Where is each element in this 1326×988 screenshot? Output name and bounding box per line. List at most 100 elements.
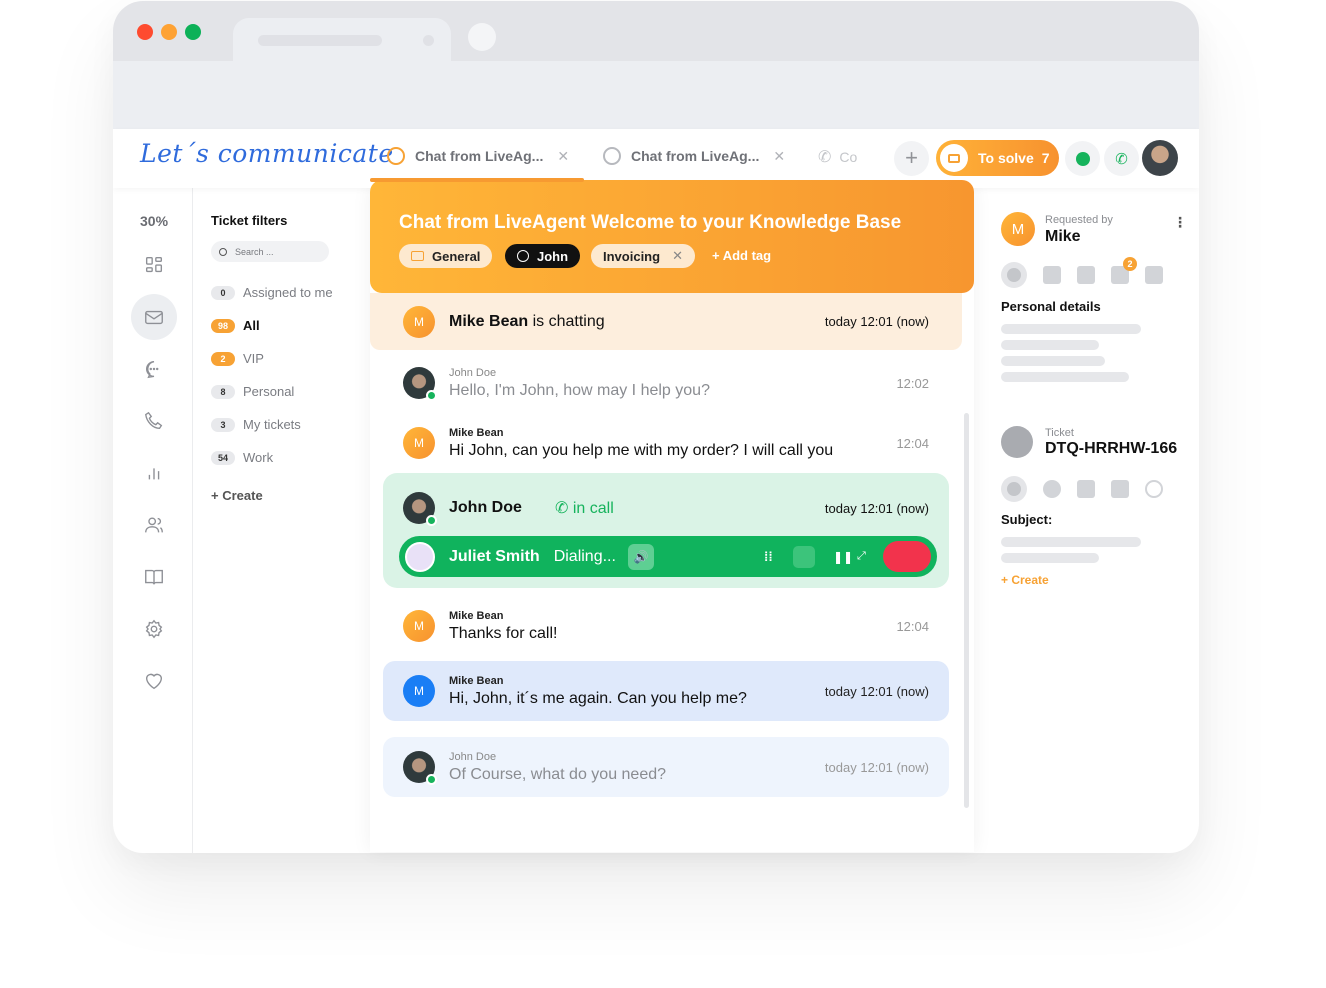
chat-icon[interactable]: [1043, 480, 1061, 498]
mail-icon: [940, 144, 968, 172]
tab-call[interactable]: ✆ Co: [818, 147, 857, 167]
chat-status-button[interactable]: [1065, 141, 1100, 176]
new-tab-button[interactable]: [468, 23, 496, 51]
close-window-button[interactable]: [137, 24, 153, 40]
chatting-status: is chatting: [528, 312, 605, 330]
chatting-time: today 12:01 (now): [824, 314, 929, 329]
tag-general[interactable]: General: [399, 244, 493, 268]
info-icon[interactable]: [1001, 476, 1027, 502]
phone-icon: [145, 411, 163, 430]
ticket-tabs: [1001, 476, 1163, 502]
user-icon: [517, 250, 529, 262]
sidebar-item-reports[interactable]: [131, 450, 177, 496]
avatar: [403, 492, 437, 526]
create-button[interactable]: + Create: [1001, 573, 1049, 587]
message-item: M Mike Bean Thanks for call! 12:04: [383, 603, 949, 649]
filter-assigned-to-me[interactable]: 0 Assigned to me: [211, 285, 333, 300]
caller-name: John Doe: [449, 499, 522, 516]
transfer-button[interactable]: ⤢: [857, 550, 866, 563]
tag-john[interactable]: John: [505, 244, 581, 268]
address-bar-area: samplepage.ladesk.com: [113, 61, 1199, 178]
tab-chat-2[interactable]: Chat from LiveAg... ✕: [603, 147, 785, 165]
mail-icon[interactable]: [1111, 480, 1129, 498]
dialpad-button[interactable]: ⁞⁞: [764, 549, 773, 564]
personal-details-heading: Personal details: [1001, 299, 1101, 314]
filter-personal[interactable]: 8 Personal: [211, 384, 294, 399]
browser-titlebar: [113, 1, 1199, 63]
ticket-label: Ticket: [1045, 427, 1074, 439]
avatar: [403, 367, 437, 401]
document-icon[interactable]: [1077, 266, 1095, 284]
hold-button[interactable]: ❚❚: [833, 550, 853, 564]
hangup-button[interactable]: [883, 541, 931, 572]
to-solve-button[interactable]: To solve 7: [936, 140, 1059, 176]
details-panel: M Requested by Mike ⋮ 2 Personal details…: [975, 188, 1199, 853]
tab-chat-1[interactable]: Chat from LiveAg... ✕: [387, 147, 569, 165]
sidebar-item-tickets[interactable]: [131, 294, 177, 340]
callee-avatar: [405, 541, 435, 572]
requested-by-label: Requested by: [1045, 214, 1113, 226]
filter-search-input[interactable]: Search ...: [211, 241, 329, 262]
requester-avatar: M: [1001, 212, 1035, 246]
info-icon[interactable]: [1001, 262, 1027, 288]
close-tab-icon[interactable]: ✕: [773, 148, 785, 165]
sidebar-item-contacts[interactable]: [131, 502, 177, 548]
alarm-icon[interactable]: [1145, 480, 1163, 498]
active-call-bar: Juliet Smith Dialing... 🔊 ⁞⁞ ❚❚ ⤢: [399, 536, 937, 577]
tag-invoicing[interactable]: Invoicing ✕: [591, 244, 695, 268]
scrollbar[interactable]: [964, 413, 969, 808]
subject-placeholder: [1001, 531, 1141, 563]
online-indicator: [426, 390, 437, 401]
sidebar-item-settings[interactable]: [131, 606, 177, 652]
maximize-window-button[interactable]: [185, 24, 201, 40]
document-icon[interactable]: [1077, 480, 1095, 498]
chatting-banner: M Mike Bean is chatting today 12:01 (now…: [370, 293, 962, 350]
phone-icon: ✆: [555, 500, 573, 517]
browser-tab[interactable]: [233, 18, 451, 63]
sidebar-item-dashboard[interactable]: [131, 242, 177, 288]
remove-tag-icon[interactable]: ✕: [672, 248, 683, 264]
requester-tabs: 2: [1001, 257, 1163, 288]
sidebar-item-calls[interactable]: [131, 398, 177, 444]
device-icon[interactable]: [1043, 266, 1061, 284]
minimize-window-button[interactable]: [161, 24, 177, 40]
sidebar-item-chats[interactable]: [131, 346, 177, 392]
mute-button[interactable]: [793, 545, 815, 568]
close-tab-icon[interactable]: ✕: [557, 148, 569, 165]
sidebar-item-knowledgebase[interactable]: [131, 554, 177, 600]
conversation-panel: Chat from LiveAgent Welcome to your Know…: [370, 178, 974, 852]
filter-all[interactable]: 98 All: [211, 318, 260, 333]
mail-icon[interactable]: 2: [1111, 257, 1137, 284]
sidebar-item-favorites[interactable]: [131, 658, 177, 704]
chat-icon: [603, 147, 621, 165]
mail-icon: [145, 310, 163, 325]
avatar: [403, 751, 437, 785]
message-item: M Mike Bean Hi John, can you help me with…: [383, 420, 949, 466]
ticket-icon: [1001, 426, 1033, 458]
callee-name: Juliet Smith: [449, 547, 540, 565]
settings-icon: [145, 619, 163, 639]
ticket-header: Chat from LiveAgent Welcome to your Know…: [370, 178, 974, 293]
knowledgebase-icon: [145, 569, 163, 585]
filter-vip[interactable]: 2 VIP: [211, 351, 264, 366]
requester-name: Mike: [1045, 228, 1081, 245]
ticket-id: DTQ-HRRHW-166: [1045, 440, 1178, 457]
add-tag-button[interactable]: + Add tag: [712, 248, 771, 263]
avatar: M: [403, 305, 435, 338]
search-icon: [219, 247, 227, 256]
chat-icon: [387, 147, 405, 165]
personal-details-placeholder: [1001, 318, 1141, 382]
more-options-icon[interactable]: ⋮: [1173, 214, 1187, 231]
message-list: M Mike Bean is chatting today 12:01 (now…: [370, 293, 974, 852]
filter-work[interactable]: 54 Work: [211, 450, 273, 465]
link-icon[interactable]: [1145, 266, 1163, 284]
create-filter-button[interactable]: + Create: [211, 488, 263, 503]
add-tab-button[interactable]: +: [894, 141, 929, 176]
reports-icon: [148, 468, 160, 480]
filter-my-tickets[interactable]: 3 My tickets: [211, 417, 301, 432]
speaker-button[interactable]: 🔊: [627, 543, 654, 570]
user-avatar[interactable]: [1142, 140, 1178, 176]
avatar: M: [403, 427, 435, 459]
avatar: M: [403, 610, 435, 642]
call-status-button[interactable]: ✆: [1104, 141, 1139, 176]
